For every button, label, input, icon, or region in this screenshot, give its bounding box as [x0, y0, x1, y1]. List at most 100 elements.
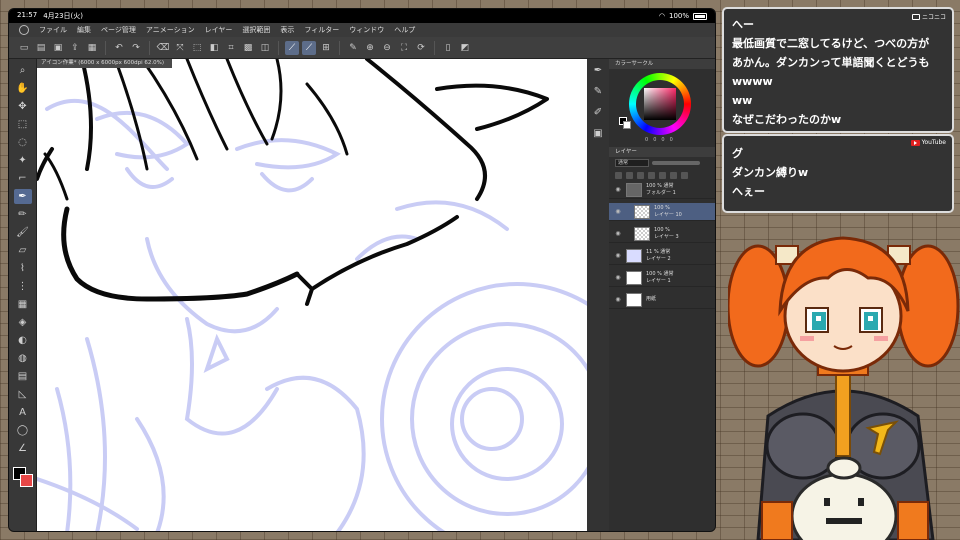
pencil-icon[interactable]: ✏	[14, 207, 32, 222]
youtube-label: YouTube	[921, 139, 946, 146]
drawing-canvas[interactable]: アイコン作業* (6000 x 6000px 600dpi 62.0%)	[37, 59, 587, 531]
eye-icon[interactable]: ◉	[613, 230, 623, 237]
undo-icon[interactable]: ↶	[112, 41, 126, 55]
pixel-art-avatar	[726, 216, 960, 540]
new-layer-icon[interactable]	[615, 171, 622, 179]
menu-view[interactable]: 表示	[280, 25, 294, 35]
blend-mode-select[interactable]: 通常	[615, 159, 649, 167]
marker-icon[interactable]: ⌇	[14, 261, 32, 276]
new-file-icon[interactable]: ▭	[17, 41, 31, 55]
blend-icon[interactable]: ◍	[14, 351, 32, 366]
chat-message: ダンカン縛りw	[732, 166, 809, 179]
redo-icon[interactable]: ↷	[129, 41, 143, 55]
menu-layer[interactable]: レイヤー	[205, 25, 233, 35]
menu-file[interactable]: ファイル	[39, 25, 67, 35]
menu-help[interactable]: ヘルプ	[394, 25, 415, 35]
zoom-in-icon[interactable]: ⊕	[363, 41, 377, 55]
panel-background-color[interactable]	[623, 121, 631, 129]
menu-page[interactable]: ページ管理	[101, 25, 136, 35]
menu-window[interactable]: ウィンドウ	[349, 25, 384, 35]
eye-icon[interactable]: ◉	[613, 296, 623, 303]
mask-layer-icon[interactable]	[670, 171, 677, 179]
layer-row[interactable]: ◉ 100 % レイヤー 10	[609, 203, 715, 221]
layer-row[interactable]: ◉ 100 % レイヤー 3	[609, 225, 715, 243]
toolbar-divider	[149, 40, 150, 55]
menu-selection[interactable]: 選択範囲	[242, 25, 270, 35]
material-icon[interactable]: ▣	[589, 126, 607, 141]
select-icon[interactable]: ⬚	[14, 117, 32, 132]
delete-layer-icon[interactable]	[681, 171, 688, 179]
menu-filter[interactable]: フィルター	[304, 25, 339, 35]
clear-icon[interactable]: ⌫	[156, 41, 170, 55]
print-icon[interactable]: ▦	[85, 41, 99, 55]
eye-icon[interactable]: ◉	[613, 274, 623, 281]
figure-icon[interactable]: ▤	[14, 369, 32, 384]
selection-border-icon[interactable]: ◫	[258, 41, 272, 55]
brush-size-icon[interactable]: ✎	[589, 84, 607, 99]
move-icon[interactable]: ✥	[14, 99, 32, 114]
layer-opacity-slider[interactable]	[652, 161, 700, 165]
line-edit-icon[interactable]: ∠	[14, 441, 32, 456]
crop-icon[interactable]: ⌗	[224, 41, 238, 55]
menu-animation[interactable]: アニメーション	[146, 25, 195, 35]
text-icon[interactable]: A	[14, 405, 32, 420]
clip-layer-icon[interactable]	[637, 171, 644, 179]
layer-label: 100 % レイヤー 10	[654, 205, 682, 219]
invert-selection-icon[interactable]: ◧	[207, 41, 221, 55]
snap-grid-icon[interactable]: ⊞	[319, 41, 333, 55]
smartphone-icon[interactable]: ▯	[441, 41, 455, 55]
eye-icon[interactable]: ◉	[613, 252, 623, 259]
background-color[interactable]	[19, 474, 33, 487]
pen-icon[interactable]: ✒	[13, 189, 32, 204]
color-value-h: 0	[645, 137, 649, 143]
folder-icon	[626, 182, 642, 197]
right-dock: カラーサークル 0 0 0 0 レイヤー 通常 ◉ 100 % 通常 フォルダー…	[609, 59, 715, 531]
layer-name: レイヤー 10	[654, 211, 682, 218]
wand-icon[interactable]: ✦	[14, 153, 32, 168]
hand-icon[interactable]: ✋	[14, 81, 32, 96]
menu-edit[interactable]: 編集	[77, 25, 91, 35]
save-icon[interactable]: ▣	[51, 41, 65, 55]
saturation-value-square[interactable]	[644, 88, 676, 120]
eyedropper-icon[interactable]: ⌐	[14, 171, 32, 186]
rotate-icon[interactable]: ⟳	[414, 41, 428, 55]
layer-name: レイヤー 3	[654, 233, 679, 240]
layer-row[interactable]: ◉ 100 % 通常 レイヤー 1	[609, 269, 715, 287]
open-icon[interactable]: ▤	[34, 41, 48, 55]
edit-ruler-icon[interactable]: ✎	[346, 41, 360, 55]
app-logo-icon[interactable]	[19, 25, 29, 35]
eye-icon[interactable]: ◉	[613, 208, 623, 215]
gradient-icon[interactable]: ◐	[14, 333, 32, 348]
zoom-icon[interactable]: ⌕	[14, 63, 32, 78]
airbrush-icon[interactable]: ⋮	[14, 279, 32, 294]
sub-tool-icon[interactable]: ✒	[589, 63, 607, 78]
reference-layer-icon[interactable]	[648, 171, 655, 179]
fill-icon[interactable]: ◈	[14, 315, 32, 330]
export-icon[interactable]: ⇪	[68, 41, 82, 55]
brush-icon[interactable]: 🖌	[14, 225, 32, 240]
snap-special-ruler-icon[interactable]: ⟋	[302, 40, 316, 55]
document-tab[interactable]: アイコン作業* (6000 x 6000px 600dpi 62.0%)	[37, 59, 172, 68]
layer-row[interactable]: ◉ 11 % 通常 レイヤー 2	[609, 247, 715, 265]
tool-property-icon[interactable]: ✐	[589, 105, 607, 120]
layer-row[interactable]: ◉ 100 % 通常 フォルダー 1	[609, 181, 715, 199]
zoom-out-icon[interactable]: ⊖	[380, 41, 394, 55]
snap-ruler-icon[interactable]: ⟋	[285, 40, 299, 55]
color-wheel[interactable]	[629, 73, 691, 135]
fill-selection-icon[interactable]: ▩	[241, 41, 255, 55]
fit-screen-icon[interactable]: ⛶	[397, 41, 411, 55]
balloon-icon[interactable]: ◯	[14, 423, 32, 438]
deselect-icon[interactable]: ⬚	[190, 41, 204, 55]
panel-color-swatch[interactable]	[619, 117, 631, 129]
eraser-icon[interactable]: ▱	[14, 243, 32, 258]
transform-icon[interactable]: ⤧	[173, 41, 187, 55]
frame-icon[interactable]: ◺	[14, 387, 32, 402]
eye-icon[interactable]: ◉	[613, 186, 623, 193]
lasso-icon[interactable]: ◌	[14, 135, 32, 150]
main-color-swatch[interactable]	[12, 467, 33, 487]
decoration-icon[interactable]: ▦	[14, 297, 32, 312]
layer-row[interactable]: ◉ 用紙	[609, 291, 715, 309]
settings-icon[interactable]: ◩	[458, 41, 472, 55]
new-folder-icon[interactable]	[626, 171, 633, 179]
lock-layer-icon[interactable]	[659, 171, 666, 179]
